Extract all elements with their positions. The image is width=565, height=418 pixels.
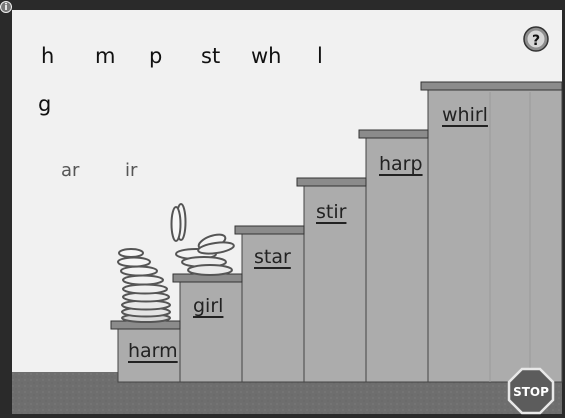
game-screen: ? STOP h m p st wh l g ar ir harm girl s… (0, 0, 565, 418)
help-button[interactable]: ? (523, 26, 549, 52)
info-icon[interactable] (0, 1, 12, 13)
consonant-m[interactable]: m (95, 44, 115, 68)
stop-label: STOP (513, 385, 549, 399)
step-word-whirl[interactable]: whirl (442, 104, 488, 126)
help-icon: ? (532, 33, 540, 49)
step-word-star[interactable]: star (254, 246, 291, 268)
vowel-ar[interactable]: ar (61, 160, 79, 181)
step-word-harp[interactable]: harp (379, 153, 423, 175)
scene-graphics: ? STOP (0, 0, 565, 418)
step-word-stir[interactable]: stir (316, 201, 346, 223)
stop-button[interactable]: STOP (507, 367, 555, 415)
consonant-wh[interactable]: wh (251, 44, 282, 68)
consonant-st[interactable]: st (201, 44, 220, 68)
vowel-ir[interactable]: ir (125, 160, 137, 181)
step-word-girl[interactable]: girl (193, 295, 223, 317)
step-word-harm[interactable]: harm (128, 340, 178, 362)
consonant-h[interactable]: h (41, 44, 54, 68)
consonant-l[interactable]: l (317, 44, 323, 68)
consonant-p[interactable]: p (149, 44, 162, 68)
consonant-g[interactable]: g (38, 92, 51, 116)
